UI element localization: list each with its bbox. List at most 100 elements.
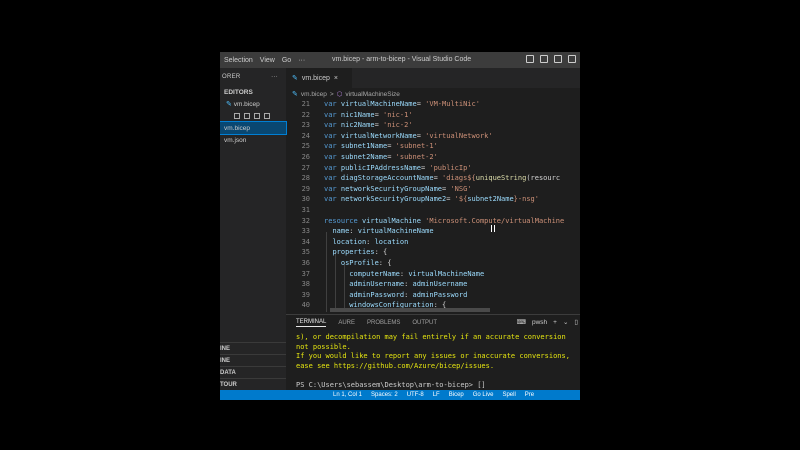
code-editor[interactable]: 21 var virtualMachineName= 'VM-MultiNic' 2… xyxy=(286,100,580,312)
toggle-sidebar-icon[interactable] xyxy=(526,55,534,63)
code-token: : { xyxy=(378,259,392,267)
explorer-sidebar: ORER ··· EDITORS ✎ vm.bicep vm.bicep vm.… xyxy=(220,68,287,390)
code-token: location xyxy=(332,237,367,246)
menu-more[interactable]: ··· xyxy=(298,57,305,64)
horizontal-scrollbar[interactable] xyxy=(330,308,490,312)
line-number: 36 xyxy=(301,259,310,267)
new-file-icon[interactable] xyxy=(234,113,240,119)
new-terminal-button[interactable]: + xyxy=(553,319,557,326)
explorer-more-button[interactable]: ··· xyxy=(271,74,278,80)
section-outline[interactable]: INE xyxy=(220,342,286,354)
file-vm-json[interactable]: vm.json xyxy=(220,134,286,146)
line-number: 29 xyxy=(301,184,310,193)
code-token: var xyxy=(324,174,341,183)
code-token: : xyxy=(349,227,358,236)
code-token: 'nic-2' xyxy=(383,121,413,130)
tab-vm-bicep[interactable]: ✎ vm.bicep × xyxy=(286,68,352,88)
code-token: virtualMachine xyxy=(361,216,426,225)
code-line: var diagStorageAccountName= 'diags${uniq… xyxy=(324,174,560,182)
terminal-panel: TERMINAL AURE PROBLEMS OUTPUT ⌨ pwsh + ⌄… xyxy=(286,314,580,390)
section-data[interactable]: DATA xyxy=(220,366,286,378)
code-token: 'diags${ xyxy=(442,174,476,183)
code-token: var xyxy=(324,153,341,161)
tab-problems[interactable]: PROBLEMS xyxy=(367,320,400,326)
tab-output[interactable]: OUTPUT xyxy=(412,320,437,326)
code-line: name: virtualMachineName xyxy=(324,227,433,236)
open-editor-item[interactable]: ✎ vm.bicep xyxy=(220,98,286,110)
code-token: virtualMachineName xyxy=(340,100,417,108)
section-label: INE xyxy=(220,357,231,364)
customize-layout-icon[interactable] xyxy=(568,55,576,63)
section-timeline[interactable]: INE xyxy=(220,354,286,366)
code-token: 'NSG' xyxy=(450,184,472,193)
refresh-icon[interactable] xyxy=(254,113,260,119)
line-number: 38 xyxy=(301,280,310,289)
status-go-live[interactable]: Go Live xyxy=(473,392,494,398)
code-token: subnet2Name xyxy=(340,153,388,161)
status-spell[interactable]: Spell xyxy=(502,392,515,398)
code-token: : xyxy=(366,237,375,246)
section-label: INE xyxy=(220,345,231,352)
bicep-file-icon: ✎ xyxy=(292,91,298,98)
file-label: vm.json xyxy=(224,136,247,144)
line-number: 26 xyxy=(301,153,310,161)
line-number: 31 xyxy=(301,206,310,214)
code-token: nic2Name xyxy=(340,121,375,130)
status-encoding[interactable]: UTF-8 xyxy=(407,392,424,398)
terminal-prompt: PS C:\Users\sebassem\Desktop\arm-to-bice… xyxy=(296,380,486,389)
status-language[interactable]: Bicep xyxy=(449,392,464,398)
close-icon[interactable]: × xyxy=(334,75,338,82)
breadcrumb-file[interactable]: vm.bicep xyxy=(301,91,327,98)
code-line: var networkSecurityGroupName2= '${subnet… xyxy=(324,195,539,203)
open-editor-label: vm.bicep xyxy=(233,100,260,108)
code-token: '${ xyxy=(454,195,468,204)
code-token: : xyxy=(404,280,413,289)
menu-selection[interactable]: Selection xyxy=(224,57,253,64)
code-token: = xyxy=(446,195,455,204)
layout-controls xyxy=(526,55,576,63)
code-line: var nic2Name= 'nic-2' xyxy=(324,121,413,129)
status-items: Ln 1, Col 1 Spaces: 2 UTF-8 LF Bicep Go … xyxy=(333,392,534,398)
code-token: = xyxy=(416,100,426,108)
tab-azure[interactable]: AURE xyxy=(338,320,355,326)
status-indentation[interactable]: Spaces: 2 xyxy=(371,392,398,398)
code-token: (resourc xyxy=(526,174,561,183)
section-label: TOUR xyxy=(220,381,237,388)
code-line: var subnet2Name= 'subnet-2' xyxy=(324,153,438,161)
terminal-line: ease see https://github.com/Azure/bicep/… xyxy=(296,361,495,370)
section-tour[interactable]: TOUR xyxy=(220,378,286,390)
section-label: DATA xyxy=(220,369,236,376)
code-token: var xyxy=(324,184,341,193)
line-number: 40 xyxy=(301,301,310,310)
terminal-dropdown-button[interactable]: ⌄ xyxy=(563,318,568,326)
menu-go[interactable]: Go xyxy=(282,57,291,64)
menu-view[interactable]: View xyxy=(260,57,275,64)
code-token: osProfile xyxy=(340,259,379,267)
tab-terminal[interactable]: TERMINAL xyxy=(296,319,327,327)
code-line: var subnet1Name= 'subnet-1' xyxy=(324,142,438,150)
split-terminal-button[interactable]: ▯ xyxy=(574,318,578,326)
code-token: : xyxy=(404,290,413,299)
open-editors-section[interactable]: EDITORS xyxy=(220,86,286,98)
code-token: 'nic-1' xyxy=(383,110,413,119)
line-number: 37 xyxy=(301,269,310,278)
toggle-secondary-sidebar-icon[interactable] xyxy=(554,55,562,63)
breadcrumb-symbol[interactable]: virtualMachineSize xyxy=(345,91,400,98)
shell-name[interactable]: pwsh xyxy=(532,319,547,326)
mouse-cursor-icon xyxy=(491,225,495,232)
status-cursor-position[interactable]: Ln 1, Col 1 xyxy=(333,392,362,398)
code-token: virtualNetworkName xyxy=(340,131,417,140)
terminal-output[interactable]: s), or decompilation may fail entirely i… xyxy=(296,333,570,390)
toggle-panel-icon[interactable] xyxy=(540,55,548,63)
line-number: 35 xyxy=(301,248,310,257)
bicep-file-icon: ✎ xyxy=(226,101,232,108)
collapse-icon[interactable] xyxy=(264,113,270,119)
bicep-file-icon: ✎ xyxy=(292,75,298,82)
terminal-line: If you would like to report any issues o… xyxy=(296,352,570,360)
line-number: 24 xyxy=(301,131,310,140)
file-vm-bicep[interactable]: vm.bicep xyxy=(220,121,287,135)
code-token: = xyxy=(387,153,396,161)
new-folder-icon[interactable] xyxy=(244,113,250,119)
status-eol[interactable]: LF xyxy=(433,392,440,398)
status-prettier[interactable]: Pre xyxy=(525,392,534,398)
